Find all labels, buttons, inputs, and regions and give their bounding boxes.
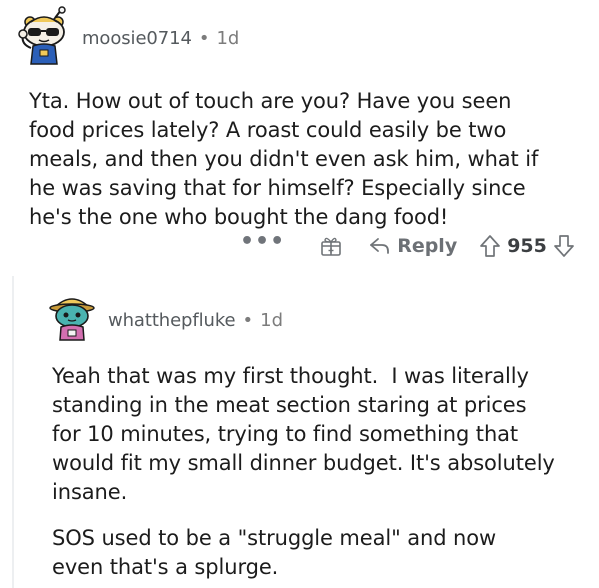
comment-1: moosie0714 • 1d Yta. How out of touch ar…: [0, 0, 599, 270]
upvote-arrow-icon[interactable]: [479, 234, 501, 258]
comment-line: would fit my small dinner budget. It's a…: [52, 451, 555, 475]
gift-icon[interactable]: [319, 234, 343, 258]
reply-label: Reply: [397, 235, 458, 257]
comment-2: whatthepfluke • 1d Yeah that was my firs…: [0, 270, 599, 588]
comment-line: meals, and then you didn't even ask him,…: [29, 147, 539, 171]
comment-age[interactable]: 1d: [260, 310, 283, 331]
comment-line: SOS used to be a "struggle meal" and now: [52, 526, 497, 550]
comment-line: Yeah that was my first thought. I was li…: [52, 364, 529, 388]
comment-header: moosie0714 • 1d: [82, 26, 239, 50]
comment-header: whatthepfluke • 1d: [108, 308, 283, 332]
meta-separator: •: [242, 309, 254, 331]
meta-separator: •: [198, 27, 210, 49]
comment-line: insane.: [52, 480, 128, 504]
comment-body: Yta. How out of touch are you? Have you …: [29, 87, 589, 232]
comment-line: Yta. How out of touch are you? Have you …: [29, 89, 512, 113]
username[interactable]: whatthepfluke: [108, 310, 236, 331]
comment-actions: ••• Reply 955: [240, 229, 575, 260]
comment-line: standing in the meat section staring at …: [52, 393, 527, 417]
reply-button[interactable]: Reply: [369, 235, 457, 257]
snoo-avatar-hat-icon: [49, 298, 95, 341]
reply-arrow-icon: [369, 236, 391, 256]
comment-line: he's the one who bought the dang food!: [29, 205, 449, 229]
comment-body: Yeah that was my first thought. I was li…: [52, 362, 592, 582]
vote-score: 955: [507, 235, 547, 257]
downvote-arrow-icon[interactable]: [553, 234, 575, 258]
comment-line: for 10 minutes, trying to find something…: [52, 422, 519, 446]
avatar[interactable]: [44, 286, 100, 342]
comment-line: food prices lately? A roast could easily…: [29, 118, 507, 142]
snoo-avatar-sunglasses-icon: [18, 6, 66, 65]
comment-line: even that's a splurge.: [52, 555, 279, 579]
avatar[interactable]: [13, 6, 75, 68]
username[interactable]: moosie0714: [82, 28, 192, 49]
comment-line: he was saving that for himself? Especial…: [29, 176, 526, 200]
more-options-button[interactable]: •••: [240, 229, 285, 254]
comment-age[interactable]: 1d: [216, 28, 239, 49]
